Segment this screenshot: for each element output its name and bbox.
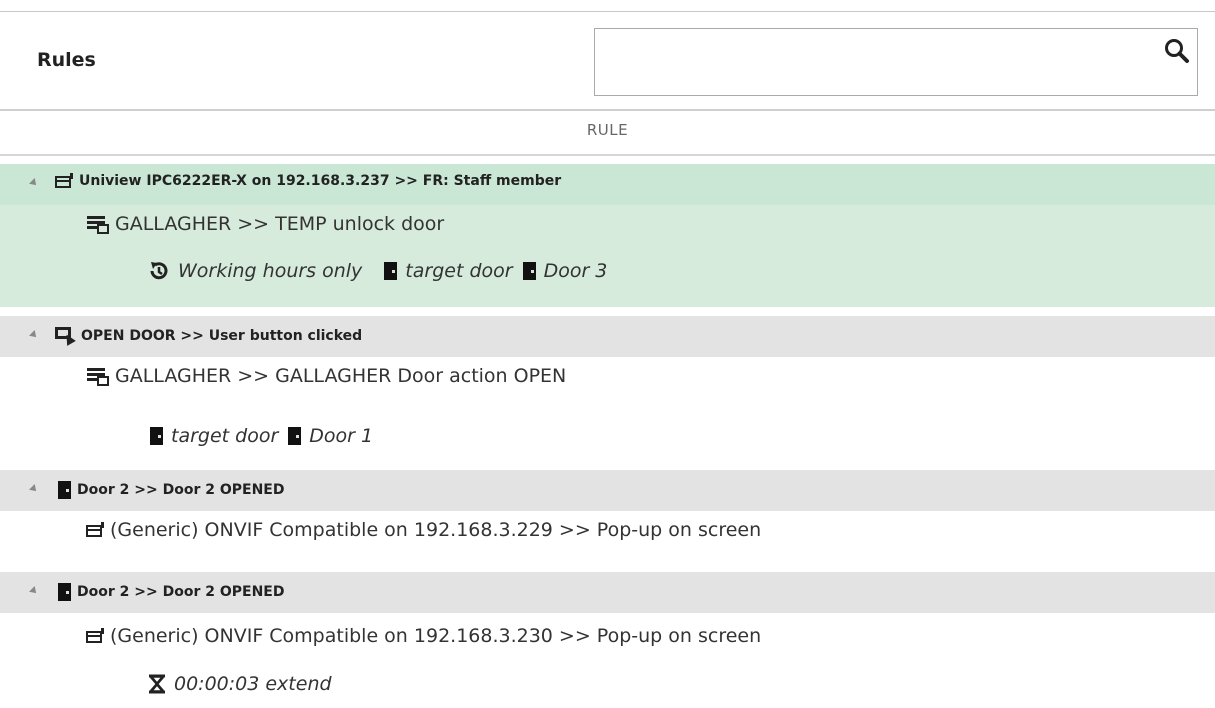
- hourglass-icon: [149, 674, 165, 694]
- rule-trigger-label: Door 2 >> Door 2 OPENED: [77, 482, 285, 498]
- camera-icon: [86, 522, 104, 538]
- door-icon: [288, 427, 302, 445]
- rule-trigger-label: OPEN DOOR >> User button clicked: [81, 328, 363, 344]
- door-icon: [150, 427, 163, 445]
- column-divider: [0, 154, 1215, 156]
- server-icon: [87, 366, 109, 386]
- column-header-rule[interactable]: RULE: [0, 112, 1215, 155]
- param-label: target door: [405, 260, 513, 282]
- rule-trigger-row[interactable]: OPEN DOOR >> User button clicked: [0, 316, 1215, 357]
- rule-trigger-row[interactable]: Door 2 >> Door 2 OPENED: [0, 572, 1215, 613]
- param-timer-label: 00:00:03 extend: [174, 673, 332, 695]
- collapse-arrow-icon[interactable]: [29, 178, 39, 188]
- rule-action-row[interactable]: GALLAGHER >> GALLAGHER Door action OPEN: [0, 357, 1215, 397]
- rule-action-label: GALLAGHER >> TEMP unlock door: [115, 213, 445, 235]
- rule-trigger-row[interactable]: Uniview IPC6222ER-X on 192.168.3.237 >> …: [0, 164, 1215, 205]
- param-schedule-label: Working hours only: [178, 260, 363, 282]
- rule-params-row[interactable]: 00:00:03 extend: [0, 665, 1215, 708]
- door-icon: [384, 262, 398, 280]
- rule-action-label: GALLAGHER >> GALLAGHER Door action OPEN: [115, 365, 567, 387]
- camera-icon: [86, 628, 104, 644]
- rule-action-label: (Generic) ONVIF Compatible on 192.168.3.…: [110, 519, 762, 541]
- camera-icon: [55, 173, 73, 189]
- param-label: target door: [171, 425, 279, 447]
- door-icon: [58, 583, 71, 601]
- rule-trigger-label: Uniview IPC6222ER-X on 192.168.3.237 >> …: [79, 173, 562, 189]
- param-label: Door 1: [309, 425, 374, 447]
- rule-trigger-label: Door 2 >> Door 2 OPENED: [77, 584, 285, 600]
- rule-params-row[interactable]: target door Door 1: [0, 417, 1215, 456]
- collapse-arrow-icon[interactable]: [29, 330, 39, 340]
- door-icon: [58, 481, 71, 499]
- server-icon: [87, 214, 109, 234]
- rule-action-row[interactable]: (Generic) ONVIF Compatible on 192.168.3.…: [0, 511, 1215, 551]
- rule-action-label: (Generic) ONVIF Compatible on 192.168.3.…: [110, 625, 762, 647]
- rule-params-row[interactable]: Working hours only target door Door 3: [0, 245, 1215, 307]
- rule-action-row[interactable]: (Generic) ONVIF Compatible on 192.168.3.…: [0, 617, 1215, 657]
- rule-trigger-row[interactable]: Door 2 >> Door 2 OPENED: [0, 470, 1215, 511]
- page-title: Rules: [37, 49, 96, 71]
- param-label: Door 3: [543, 260, 608, 282]
- search-input[interactable]: [594, 28, 1198, 96]
- collapse-arrow-icon[interactable]: [29, 484, 39, 494]
- door-icon: [522, 262, 536, 280]
- header-divider: [0, 109, 1215, 111]
- rule-action-row[interactable]: GALLAGHER >> TEMP unlock door: [0, 205, 1215, 245]
- rules-header: Rules: [0, 12, 1215, 109]
- search-icon[interactable]: [1164, 38, 1190, 64]
- clock-history-icon: [150, 262, 168, 280]
- monitor-cursor-icon: [55, 327, 76, 346]
- collapse-arrow-icon[interactable]: [29, 586, 39, 596]
